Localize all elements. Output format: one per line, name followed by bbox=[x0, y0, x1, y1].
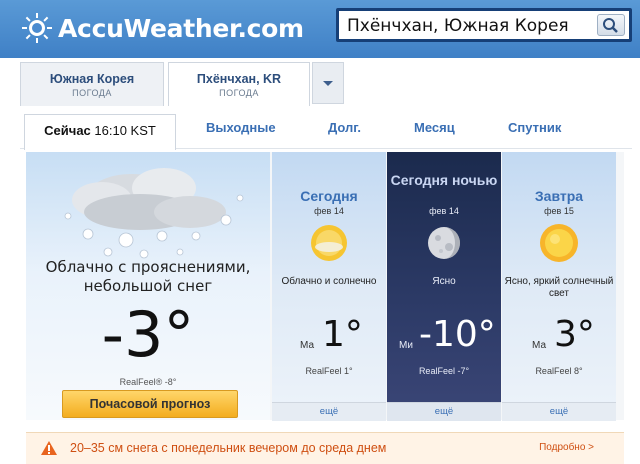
search-button[interactable] bbox=[597, 14, 625, 36]
alert-details-link[interactable]: Подробно > bbox=[539, 442, 594, 453]
current-realfeel: RealFeel® -8° bbox=[119, 377, 177, 387]
moon-icon bbox=[428, 227, 460, 259]
forecast-title: Завтра bbox=[534, 188, 584, 204]
forecast-realfeel: RealFeel -7° bbox=[418, 366, 470, 376]
chevron-down-icon bbox=[323, 81, 333, 86]
forecast-temp-label: Ма bbox=[532, 340, 547, 351]
site-header: AccuWeather.com bbox=[0, 0, 640, 58]
forecast-temperature: -10° bbox=[419, 314, 496, 355]
tab-now-label: Сейчас bbox=[44, 123, 91, 138]
tab-satellite[interactable]: Спутник bbox=[508, 120, 561, 135]
forecast-condition: Ясно, яркий солнечный свет bbox=[504, 276, 614, 299]
tab-now-time: 16:10 KST bbox=[94, 123, 156, 138]
forecast-nav: Сейчас 16:10 KST Выходные Долг. Месяц Сп… bbox=[20, 108, 632, 150]
forecast-date: фев 14 bbox=[429, 206, 459, 216]
hourly-forecast-button[interactable]: Почасовой прогноз bbox=[62, 390, 238, 418]
tab-now[interactable]: Сейчас 16:10 KST bbox=[24, 114, 176, 150]
forecast-title: Сегодня bbox=[300, 188, 358, 204]
alert-text: 20–35 см снега с понедельник вечером до … bbox=[70, 441, 387, 455]
forecast-today[interactable]: Сегодня фев 14 Облачно и солнечно Ма 1° … bbox=[272, 152, 386, 421]
cloud-sun-snow-icon bbox=[64, 168, 244, 259]
logo-text: AccuWeather.com bbox=[58, 13, 304, 43]
current-temperature: -3° bbox=[101, 298, 195, 371]
sun-icon bbox=[540, 224, 578, 262]
tab-long-range[interactable]: Долг. bbox=[328, 120, 361, 135]
forecast-temp-label: Ми bbox=[399, 340, 413, 351]
forecast-date: фев 14 bbox=[314, 206, 344, 216]
current-condition-text: Облачно с прояснениями, небольшой снег bbox=[45, 258, 251, 295]
forecast-temp-label: Ма bbox=[300, 340, 315, 351]
forecast-condition: Ясно bbox=[432, 276, 456, 287]
forecast-date: фев 15 bbox=[544, 206, 574, 216]
location-tab-country[interactable]: Южная Корея ПОГОДА bbox=[20, 62, 164, 106]
forecast-more-link[interactable]: ещё bbox=[272, 402, 386, 421]
sun-logo-icon bbox=[22, 13, 52, 43]
forecast-temperature: 3° bbox=[554, 314, 595, 355]
location-tab-city[interactable]: Пхёнчхан, KR ПОГОДА bbox=[168, 62, 310, 106]
location-dropdown-button[interactable] bbox=[312, 62, 344, 104]
forecast-realfeel: RealFeel 8° bbox=[535, 366, 583, 376]
forecast-temperature: 1° bbox=[322, 314, 363, 355]
tab-weekend[interactable]: Выходные bbox=[206, 120, 276, 135]
forecast-tonight[interactable]: Сегодня ночью фев 14 Ясно Ми -10° RealFe… bbox=[387, 152, 501, 421]
warning-icon bbox=[41, 441, 57, 455]
forecast-title: Сегодня ночью bbox=[390, 172, 498, 188]
search-box bbox=[336, 8, 632, 42]
forecast-more-link[interactable]: ещё bbox=[502, 402, 616, 421]
location-tab-title: Южная Корея bbox=[49, 72, 135, 86]
forecast-more-link[interactable]: ещё bbox=[387, 402, 501, 421]
tab-month[interactable]: Месяц bbox=[414, 120, 455, 135]
forecast-condition: Облачно и солнечно bbox=[281, 276, 377, 287]
accuweather-logo[interactable]: AccuWeather.com bbox=[22, 10, 304, 46]
location-tab-title: Пхёнчхан, KR bbox=[196, 72, 282, 86]
search-icon bbox=[603, 18, 618, 33]
location-tab-subtitle: ПОГОДА bbox=[219, 88, 259, 98]
forecast-realfeel: RealFeel 1° bbox=[305, 366, 353, 376]
location-tab-subtitle: ПОГОДА bbox=[72, 88, 112, 98]
forecast-tomorrow[interactable]: Завтра фев 15 Ясно, яркий солнечный свет… bbox=[502, 152, 616, 421]
search-input[interactable] bbox=[347, 15, 587, 37]
current-conditions: Облачно с прояснениями, небольшой снег -… bbox=[26, 152, 270, 420]
weather-alert-banner[interactable]: 20–35 см снега с понедельник вечером до … bbox=[26, 432, 624, 464]
sun-cloud-icon bbox=[311, 225, 347, 261]
